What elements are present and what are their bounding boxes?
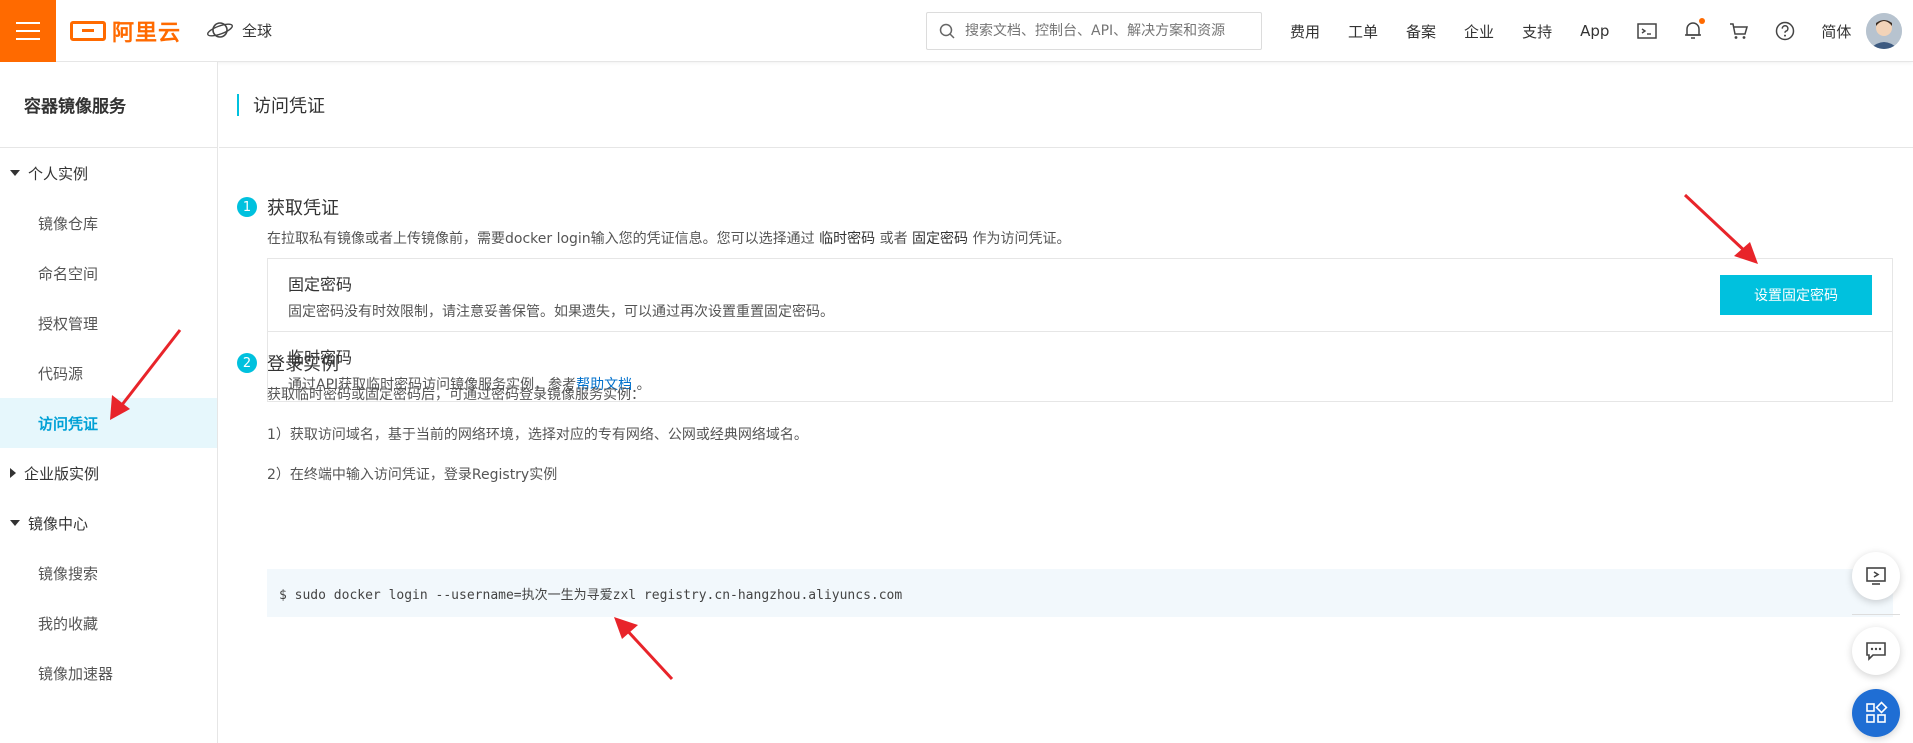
- sidebar-item-authorization[interactable]: 授权管理: [0, 298, 217, 348]
- step-2-line-1: 1）获取访问域名，基于当前的网络环境，选择对应的专有网络、公网或经典网络域名。: [267, 427, 808, 443]
- search-box[interactable]: [926, 12, 1262, 50]
- link-fees[interactable]: 费用: [1290, 21, 1320, 42]
- sidebar-group-label: 企业版实例: [24, 464, 100, 483]
- fixed-password-desc: 固定密码没有时效限制，请注意妥善保管。如果遗失，可以通过再次设置重置固定密码。: [288, 304, 834, 320]
- link-support[interactable]: 支持: [1522, 21, 1552, 42]
- link-app[interactable]: App: [1580, 22, 1609, 40]
- sidebar-item-favorites[interactable]: 我的收藏: [0, 598, 217, 648]
- desc-text: 在拉取私有镜像或者上传镜像前，需要docker login输入您的凭证信息。您可…: [267, 231, 815, 247]
- float-chat-button[interactable]: [1852, 627, 1900, 675]
- menu-line: [16, 38, 40, 40]
- region-label: 全球: [242, 21, 273, 40]
- screen-share-icon: [1866, 567, 1886, 585]
- desc-highlight-fixed: 固定密码: [912, 231, 969, 247]
- sidebar-item-image-search[interactable]: 镜像搜索: [0, 548, 217, 598]
- desc-text: 作为访问凭证。: [972, 231, 1071, 247]
- sidebar-item-namespaces[interactable]: 命名空间: [0, 248, 217, 298]
- sidebar-group-image-center[interactable]: 镜像中心: [0, 498, 217, 548]
- caret-right-icon: [10, 468, 16, 478]
- step-1-header: 1 获取凭证: [237, 194, 339, 220]
- step-title: 获取凭证: [267, 198, 339, 219]
- chat-icon: [1866, 642, 1886, 661]
- sidebar-group-enterprise-instance[interactable]: 企业版实例: [0, 448, 217, 498]
- cart-icon[interactable]: [1729, 21, 1749, 41]
- sidebar-group-personal-instance[interactable]: 个人实例: [0, 148, 217, 198]
- apps-grid-icon: [1866, 701, 1888, 723]
- help-icon[interactable]: [1775, 21, 1795, 41]
- link-icp[interactable]: 备案: [1406, 21, 1436, 42]
- page-header: 访问凭证: [219, 62, 1913, 148]
- sidebar-group-label: 镜像中心: [28, 514, 89, 533]
- bell-icon[interactable]: [1683, 18, 1706, 41]
- sidebar-item-image-accelerator[interactable]: 镜像加速器: [0, 648, 217, 698]
- fixed-password-row: 固定密码 固定密码没有时效限制，请注意妥善保管。如果遗失，可以通过再次设置重置固…: [268, 259, 1892, 331]
- user-avatar[interactable]: [1866, 13, 1902, 49]
- aliyun-logo-icon: [70, 21, 106, 41]
- region-selector[interactable]: 全球: [206, 19, 272, 41]
- search-input[interactable]: [965, 23, 1255, 39]
- main-content: 访问凭证 1 获取凭证 在拉取私有镜像或者上传镜像前，需要docker logi…: [219, 62, 1913, 743]
- sidebar-item-repositories[interactable]: 镜像仓库: [0, 198, 217, 248]
- language-switch[interactable]: 简体: [1821, 21, 1851, 42]
- desc-highlight-temp: 临时密码: [819, 231, 876, 247]
- step-1-description: 在拉取私有镜像或者上传镜像前，需要docker login输入您的凭证信息。您可…: [267, 228, 1071, 248]
- step-title: 登录实例: [267, 354, 339, 375]
- logo-text: 阿里云: [112, 21, 182, 46]
- sidebar-title: 容器镜像服务: [0, 62, 217, 148]
- docker-login-command[interactable]: $ sudo docker login --username=执次一生为寻爱zx…: [267, 569, 1893, 617]
- caret-down-icon: [10, 170, 20, 176]
- hamburger-menu-button[interactable]: [0, 0, 56, 62]
- desc-text: 或者: [879, 231, 908, 247]
- step-2-header: 2 登录实例: [237, 350, 339, 376]
- float-feedback-button[interactable]: [1852, 552, 1900, 600]
- set-fixed-password-button[interactable]: 设置固定密码: [1720, 275, 1872, 315]
- step-number-badge: 2: [237, 353, 257, 373]
- terminal-icon[interactable]: [1637, 21, 1658, 41]
- menu-line: [16, 30, 40, 32]
- menu-line: [16, 22, 40, 24]
- command-text: $ sudo docker login --username=执次一生为寻爱zx…: [279, 587, 903, 603]
- link-tickets[interactable]: 工单: [1348, 21, 1378, 42]
- sidebar-item-access-credentials[interactable]: 访问凭证: [0, 398, 217, 448]
- step-2-line-2: 2）在终端中输入访问凭证，登录Registry实例: [267, 467, 558, 483]
- link-enterprise[interactable]: 企业: [1464, 21, 1494, 42]
- float-divider: [1852, 614, 1900, 615]
- sidebar: 容器镜像服务 个人实例 镜像仓库 命名空间 授权管理 代码源 访问凭证 企业版实…: [0, 62, 218, 743]
- aliyun-logo[interactable]: 阿里云: [70, 16, 181, 46]
- page-title: 访问凭证: [253, 95, 325, 117]
- notification-dot: [1699, 18, 1706, 24]
- caret-down-icon: [10, 520, 20, 526]
- globe-icon: [207, 22, 233, 38]
- step-number-badge: 1: [237, 197, 257, 217]
- credential-options-box: 固定密码 固定密码没有时效限制，请注意妥善保管。如果遗失，可以通过再次设置重置固…: [267, 258, 1893, 402]
- float-apps-button[interactable]: [1852, 689, 1900, 737]
- fixed-password-title: 固定密码: [288, 275, 353, 294]
- step-2-description: 获取临时密码或固定密码后，可通过密码登录镜像服务实例：: [267, 387, 645, 403]
- top-navigation-bar: 阿里云 全球 费用 工单 备案 企业 支持 App: [0, 0, 1913, 62]
- top-links: 费用 工单 备案 企业 支持 App 简体: [1290, 0, 1879, 62]
- title-accent-bar: [237, 93, 239, 116]
- search-icon: [939, 23, 955, 39]
- temp-password-title: 临时密码: [288, 348, 353, 367]
- sidebar-group-label: 个人实例: [28, 164, 89, 183]
- sidebar-item-code-source[interactable]: 代码源: [0, 348, 217, 398]
